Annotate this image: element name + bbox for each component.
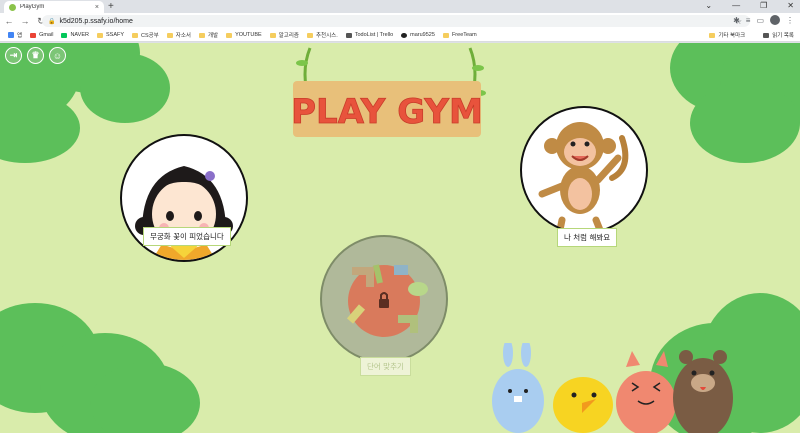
game-word-locked-button[interactable]	[320, 235, 448, 363]
reading-list[interactable]: 읽기 목록	[763, 31, 794, 39]
bookmark-item[interactable]: NAVER	[61, 32, 89, 38]
favicon-icon	[9, 3, 16, 11]
folder-icon	[269, 32, 276, 38]
tab-title: PlayGym	[20, 4, 45, 10]
folder-icon	[96, 32, 103, 38]
bookmark-item[interactable]: CS공부	[132, 31, 159, 39]
profile-icon[interactable]: ☺	[49, 47, 66, 64]
minimize-button[interactable]: —	[732, 0, 740, 12]
other-bookmarks[interactable]: 기타 북마크	[709, 31, 745, 39]
game-mugunghwa-label[interactable]: 무궁화 꽃이 피었습니다	[143, 227, 231, 246]
bookmark-item[interactable]: 추천시스.	[306, 31, 338, 39]
reading-list-icon	[763, 32, 770, 38]
back-icon[interactable]: ←	[2, 16, 16, 26]
new-tab-button[interactable]: +	[108, 1, 114, 12]
folder-icon	[198, 32, 205, 38]
folder-icon	[132, 32, 139, 38]
gmail-icon	[30, 32, 37, 38]
browser-tab[interactable]: PlayGym ×	[4, 1, 104, 13]
folder-icon	[442, 32, 449, 38]
naver-icon	[61, 32, 68, 38]
address-bar[interactable]: 🔒 k5d205.p.ssafy.io/home ☆	[42, 15, 750, 27]
menu-icon[interactable]: ⋮	[786, 16, 794, 25]
bookmark-item[interactable]: SSAFY	[96, 32, 124, 38]
playgym-logo: PLAY GYM	[291, 47, 486, 137]
bookmark-item[interactable]: TodoList | Trello	[345, 32, 393, 38]
bookmark-item[interactable]: FreeTeam	[442, 32, 477, 38]
profile-avatar[interactable]	[770, 15, 780, 25]
bookmark-item[interactable]: maru9525	[401, 32, 435, 38]
folder-icon	[306, 32, 313, 38]
logout-icon[interactable]: ⇥	[5, 47, 22, 64]
trello-icon	[345, 32, 352, 38]
lock-icon	[379, 299, 389, 308]
game-word-label[interactable]: 단어 맞추기	[360, 357, 411, 376]
animal-friends-illustration	[492, 343, 733, 433]
url-text[interactable]: k5d205.p.ssafy.io/home	[59, 18, 132, 25]
bookmark-item[interactable]: YOUTUBE	[226, 32, 262, 38]
ranking-icon[interactable]: ♛	[27, 47, 44, 64]
word-game-image	[346, 264, 428, 337]
media-icon[interactable]: ≡	[746, 16, 751, 25]
browser-toolbar: ← → ↻ 🔒 k5d205.p.ssafy.io/home ☆ ✱ ≡ ▭ ⋮	[0, 13, 800, 29]
folder-icon	[166, 32, 173, 38]
tab-close-icon[interactable]: ×	[95, 4, 99, 11]
monkey-character-image	[538, 122, 629, 232]
bush-decoration	[690, 83, 800, 163]
apps-icon	[8, 32, 14, 38]
close-window-button[interactable]: ✕	[787, 0, 794, 12]
folder-icon	[709, 32, 716, 38]
tab-search-icon[interactable]: ⌄	[705, 0, 712, 12]
bookmarks-bar: 앱 Gmail NAVER SSAFY CS공부 자소서 개발 YOUTUBE 알고리즘 추천시스…	[0, 29, 800, 42]
sidebar-icon[interactable]: ▭	[756, 16, 764, 25]
extensions-icon[interactable]: ✱	[733, 16, 740, 25]
bush-decoration	[80, 53, 170, 123]
game-copycat-label[interactable]: 나 처럼 해봐요	[557, 228, 618, 247]
logo-text: PLAY GYM	[291, 92, 483, 132]
bookmark-item[interactable]: 알고리즘	[269, 31, 299, 39]
bookmark-item[interactable]: 자소서	[166, 31, 191, 39]
bush-decoration	[90, 363, 200, 433]
lock-icon[interactable]: 🔒	[48, 18, 55, 25]
github-icon	[401, 32, 408, 38]
bookmark-item[interactable]: 앱	[8, 31, 22, 39]
page-area: ⇥ ♛ ☺ PLAY GYM 무궁화 꽃이 피었습니다 나 처럼 해봐요 단어 …	[0, 43, 800, 433]
folder-icon	[226, 32, 233, 38]
maximize-button[interactable]: ❐	[760, 0, 767, 12]
bookmark-item[interactable]: 개발	[198, 31, 218, 39]
tab-strip: PlayGym × + ⌄ — ❐ ✕	[0, 0, 800, 13]
forward-icon[interactable]: →	[18, 16, 32, 26]
bookmark-item[interactable]: Gmail	[30, 32, 53, 38]
bush-decoration	[0, 93, 80, 163]
game-copycat-button[interactable]	[520, 106, 648, 234]
